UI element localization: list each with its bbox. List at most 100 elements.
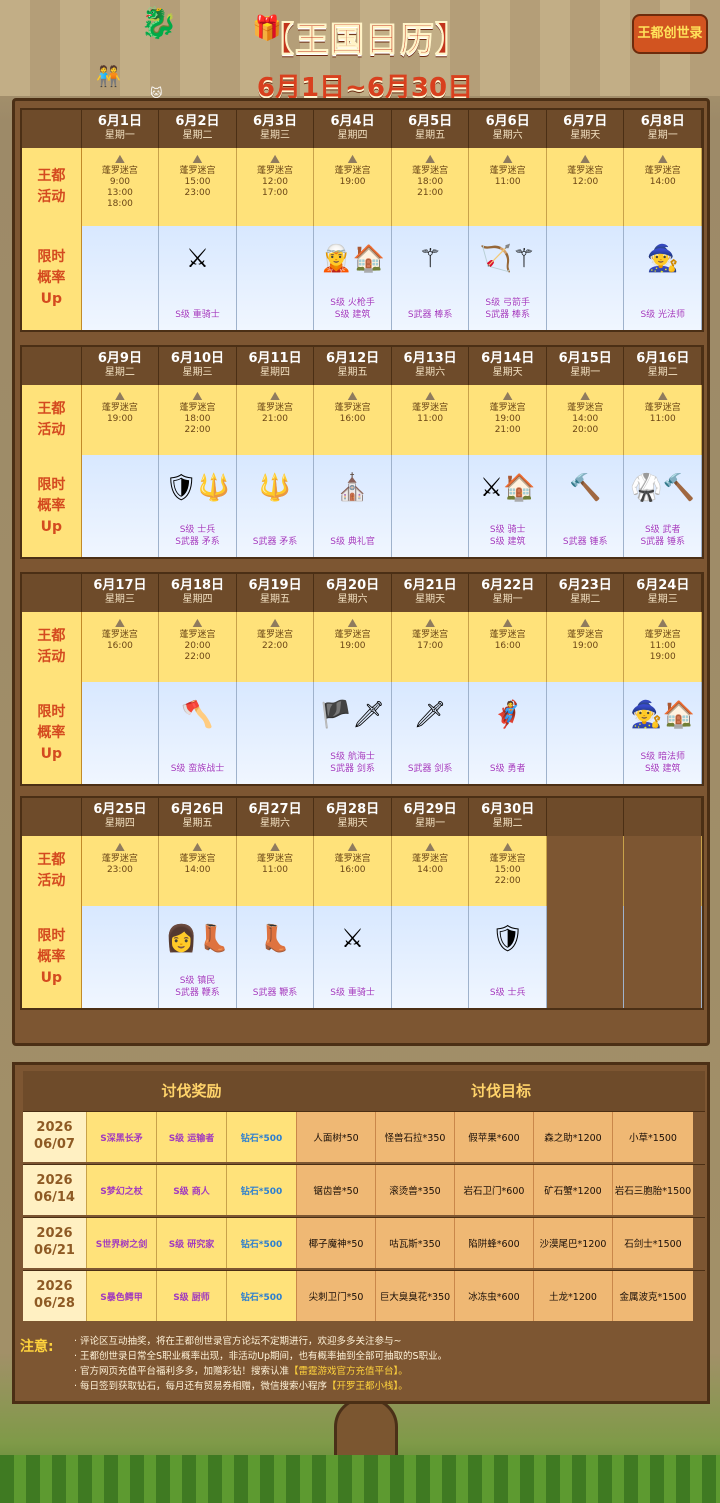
target-cell: 尖刺卫门*50 — [296, 1271, 375, 1321]
board-header: 讨伐奖励 讨伐目标 — [23, 1071, 705, 1111]
calendar-panel: 6月1日 星期一 6月2日 星期二 6月3日 星期三 6月4日 星期四 6月5日 星期五 6月6日星… — [12, 98, 710, 1046]
activity-time: 17:00 — [262, 188, 288, 198]
activity-time: 20:00 — [572, 425, 599, 435]
day-weekday: 星期六 — [260, 818, 291, 829]
day-date: 6月22日 — [481, 578, 535, 593]
activity-cell: ⛰ 蓬罗迷宫 14:00 — [391, 836, 470, 906]
unit-sprite-icon: 🏠 — [352, 244, 385, 274]
activity-name: 蓬罗迷宫 — [567, 166, 604, 176]
rateup-cell: 🧙 S级 光法师 — [624, 226, 703, 330]
activity-row: 王都 活动 ⛰ 蓬罗迷宫 19:00 ⛰ 蓬罗迷宫 18:00 22:00 ⛰ 蓬罗迷宫 21:00 ⛰… — [22, 385, 703, 455]
rateup-text: S武器 棒系 — [407, 310, 453, 320]
activity-cell: ⛰ 蓬罗迷宫 19:00 — [546, 612, 625, 682]
unit-sprite-icon: 🏴 — [319, 700, 353, 730]
rateup-cell: 🥋🔨 S级 武者 S武器 锤系 — [624, 455, 703, 557]
unit-sprite-icon: 🏠 — [503, 473, 536, 503]
maze-icon: ⛰ — [425, 152, 436, 166]
week-corner — [22, 110, 82, 148]
unit-sprite-icon: 🔱 — [197, 473, 231, 503]
rateup-label-line: Up — [40, 290, 63, 307]
activity-cell: ⛰ 蓬罗迷宫 17:00 — [391, 612, 470, 682]
reward-cell: S级 厨师 — [156, 1271, 226, 1321]
week-header-row: 6月25日 星期四 6月26日 星期五 6月27日 星期六 6月28日 星期天 6月29日 星期一… — [22, 798, 703, 836]
activity-name: 蓬罗迷宫 — [412, 854, 449, 864]
day-header: 6月2日 星期二 — [159, 110, 237, 148]
unit-sprite: 👩👢 — [159, 924, 236, 954]
activity-name: 蓬罗迷宫 — [334, 630, 371, 640]
activity-time: 13:00 — [106, 188, 133, 198]
maze-icon: ⛰ — [657, 389, 668, 403]
day-header: 6月11日 星期四 — [236, 347, 315, 385]
board-row: 2026 06/21 S世界树之剑 S级 研究家 钻石*500 椰子魔神*50 咕瓦斯*35… — [23, 1217, 705, 1268]
rateup-text: S武器 鞭系 — [175, 988, 220, 998]
day-weekday: 星期天 — [337, 818, 368, 829]
target-cell: 咕瓦斯*350 — [375, 1218, 454, 1268]
day-weekday: 星期天 — [415, 594, 446, 605]
activity-cell: ⛰ 蓬罗迷宫 19:00 — [314, 612, 392, 682]
day-weekday: 星期五 — [337, 367, 368, 378]
day-date: 6月18日 — [170, 578, 225, 593]
unit-sprite-icon: 🏠 — [662, 700, 696, 730]
rateup-text: S武器 矛系 — [252, 537, 298, 547]
day-date: 6月21日 — [403, 578, 457, 593]
activity-cell: ⛰ 蓬罗迷宫 19:00 — [81, 385, 160, 455]
note-text: · 每日签到获取钻石，每月还有贸易券相赠，微信搜索小程序 — [74, 1381, 328, 1392]
calendar-week: 6月17日 星期三 6月18日 星期四 6月19日 星期五 6月20日 星期六 6月21日 星期天… — [20, 572, 704, 786]
activity-name: 蓬罗迷宫 — [257, 854, 294, 864]
maze-icon: ⛰ — [114, 840, 125, 854]
maze-icon: ⛰ — [192, 152, 203, 166]
unit-sprite-icon: 🗡 — [352, 700, 386, 730]
rateup-row: 限时 概率 Up ⚔ S级 重骑士 🧝🏠 S级 火枪手 S级 建筑 ⚚ S武器 棒系 🏹⚚ S级 弓箭… — [22, 226, 703, 330]
activity-time: 19:00 — [106, 414, 133, 424]
rateup-text: S级 镇民 — [179, 976, 216, 986]
activity-name: 蓬罗迷宫 — [489, 854, 526, 864]
title-block: 【王国日历】 6月1日~6月30日 — [250, 12, 480, 104]
unit-sprite: 🥋🔨 — [624, 473, 701, 503]
day-date: 6月29日 — [403, 802, 457, 817]
activity-name: 蓬罗迷宫 — [257, 630, 294, 640]
week-corner — [22, 347, 82, 385]
day-weekday: 星期二 — [492, 818, 523, 829]
day-date: 6月23日 — [558, 578, 612, 593]
activity-cell — [546, 836, 625, 906]
day-date: 6月24日 — [636, 578, 690, 593]
rateup-cell: ⚔🏠 S级 骑士 S级 建筑 — [469, 455, 547, 557]
board-date: 2026 06/07 — [23, 1112, 86, 1162]
rateup-label: 限时 概率 Up — [22, 455, 82, 557]
target-cell: 森之助*1200 — [533, 1112, 612, 1162]
unit-sprite-icon: ⚔ — [340, 924, 365, 954]
hedge-row — [0, 1455, 720, 1503]
activity-name: 蓬罗迷宫 — [257, 403, 294, 413]
unit-sprite-icon: 🧙 — [646, 244, 679, 274]
activity-cell: ⛰ 蓬罗迷宫 18:00 21:00 — [391, 148, 470, 226]
note-item: · 王都创世录日常全S职业概率出现，非活动Up期间，也有概率抽到全部可抽取的S职… — [74, 1349, 694, 1364]
day-weekday: 星期四 — [337, 130, 368, 141]
rateup-label-line: 概率 — [37, 269, 66, 286]
day-date: 6月12日 — [326, 351, 380, 366]
activity-time: 14:00 — [417, 865, 444, 875]
day-weekday: 星期六 — [337, 594, 368, 605]
day-header: 6月18日 星期四 — [159, 574, 237, 612]
rateup-cell — [81, 906, 160, 1008]
unit-sprite: 🔨 — [547, 473, 624, 503]
week-header-row: 6月17日 星期三 6月18日 星期四 6月19日 星期五 6月20日 星期六 6月21日 星期天… — [22, 574, 703, 612]
rateup-label-line: Up — [40, 969, 63, 986]
rateup-label-line: 限时 — [37, 703, 66, 720]
day-header: 6月15日 星期一 — [546, 347, 625, 385]
activity-cell: ⛰ 蓬罗迷宫 14:00 — [159, 836, 237, 906]
week-header-row: 6月1日 星期一 6月2日 星期二 6月3日 星期三 6月4日 星期四 6月5日 星期五 6月6日星… — [22, 110, 703, 148]
activity-time: 17:00 — [417, 641, 444, 651]
unit-sprite-icon: ⛪ — [336, 473, 369, 503]
note-item: · 官方网页充值平台福利多多，加赠彩钻！搜索认准【雷霆游戏官方充值平台】。 — [74, 1364, 694, 1379]
unit-sprite-icon: ⚔ — [185, 244, 210, 274]
rateup-text: S级 重骑士 — [175, 310, 220, 320]
day-weekday: 星期一 — [492, 594, 523, 605]
day-weekday: 星期五 — [260, 594, 291, 605]
rateup-label-line: 限时 — [37, 476, 66, 493]
activity-time: 11:00 — [417, 414, 444, 424]
unit-sprite-icon: 🧝 — [320, 244, 353, 274]
activity-cell: ⛰ 蓬罗迷宫 11:00 — [391, 385, 470, 455]
board-year: 2026 — [36, 1279, 73, 1294]
activity-label-line: 王都 — [37, 628, 66, 644]
activity-time: 15:00 — [494, 865, 521, 875]
